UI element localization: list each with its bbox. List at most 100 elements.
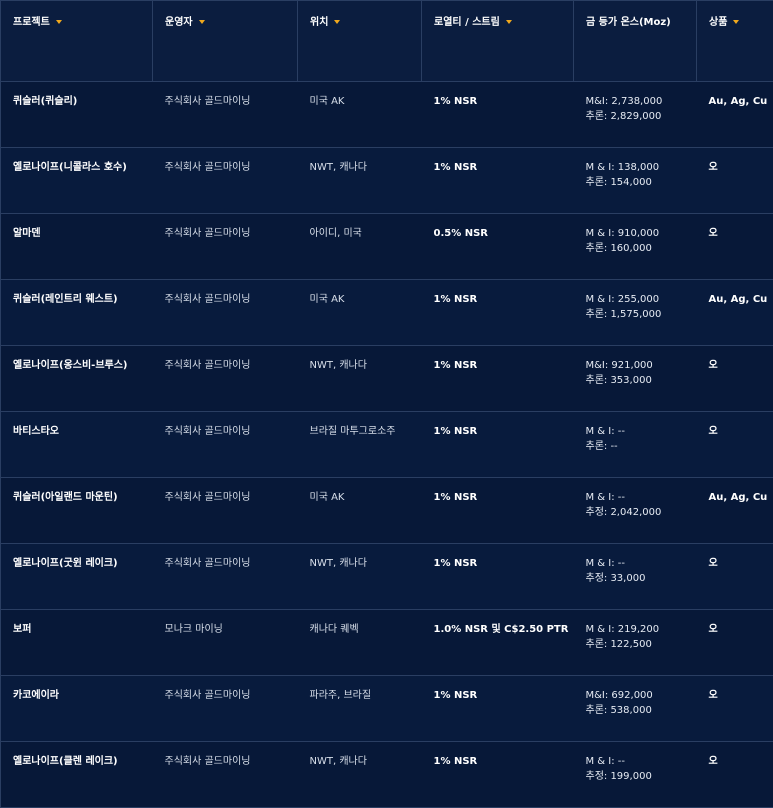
table-row: 바티스타오 주식회사 골드마이닝 브라질 마투그로소주 1% NSR M & I… bbox=[1, 412, 773, 478]
cell-project: 보퍼 bbox=[1, 610, 153, 676]
cell-location: 아이디, 미국 bbox=[298, 214, 422, 280]
gold-mi-value: M&I: 692,000 bbox=[586, 688, 697, 703]
cell-royalty: 1% NSR bbox=[422, 478, 574, 544]
cell-project: 바티스타오 bbox=[1, 412, 153, 478]
cell-commodity: Au, Ag, Cu bbox=[697, 478, 773, 544]
column-header-label: 로열티 / 스트림 bbox=[434, 17, 500, 28]
cell-project: 알마덴 bbox=[1, 214, 153, 280]
gold-inferred-value: 추정: 2,042,000 bbox=[586, 505, 697, 520]
gold-mi-value: M & I: 255,000 bbox=[586, 292, 697, 307]
cell-royalty: 1% NSR bbox=[422, 148, 574, 214]
cell-project: 퀴슬러(레인트리 웨스트) bbox=[1, 280, 153, 346]
cell-royalty: 1% NSR bbox=[422, 280, 574, 346]
cell-gold-equivalent: M & I: 910,000추론: 160,000 bbox=[574, 214, 697, 280]
royalty-table: 프로젝트 운영자 위치 로열티 / 스트림 금 등가 온스(Moz) 상품 퀴슬… bbox=[0, 0, 773, 808]
cell-commodity: 오 bbox=[697, 148, 773, 214]
column-header-commodity[interactable]: 상품 bbox=[697, 1, 773, 82]
gold-inferred-value: 추론: 538,000 bbox=[586, 703, 697, 718]
table-row: 옐로나이프(니콜라스 호수) 주식회사 골드마이닝 NWT, 캐나다 1% NS… bbox=[1, 148, 773, 214]
cell-operator: 주식회사 골드마이닝 bbox=[153, 214, 298, 280]
sort-caret-down-icon bbox=[199, 20, 205, 24]
cell-gold-equivalent: M & I: --추정: 199,000 bbox=[574, 742, 697, 808]
cell-royalty: 1% NSR bbox=[422, 676, 574, 742]
table-row: 카코에이라 주식회사 골드마이닝 파라주, 브라질 1% NSR M&I: 69… bbox=[1, 676, 773, 742]
cell-operator: 주식회사 골드마이닝 bbox=[153, 346, 298, 412]
cell-project: 옐로나이프(굿윈 레이크) bbox=[1, 544, 153, 610]
cell-project: 카코에이라 bbox=[1, 676, 153, 742]
cell-royalty: 1% NSR bbox=[422, 742, 574, 808]
cell-operator: 주식회사 골드마이닝 bbox=[153, 676, 298, 742]
sort-caret-down-icon bbox=[334, 20, 340, 24]
cell-gold-equivalent: M&I: 2,738,000추론: 2,829,000 bbox=[574, 82, 697, 148]
gold-inferred-value: 추론: 2,829,000 bbox=[586, 109, 697, 124]
cell-royalty: 1% NSR bbox=[422, 412, 574, 478]
gold-mi-value: M & I: -- bbox=[586, 556, 697, 571]
table-row: 옐로나이프(굿윈 레이크) 주식회사 골드마이닝 NWT, 캐나다 1% NSR… bbox=[1, 544, 773, 610]
gold-mi-value: M & I: -- bbox=[586, 490, 697, 505]
cell-location: 브라질 마투그로소주 bbox=[298, 412, 422, 478]
gold-inferred-value: 추론: 1,575,000 bbox=[586, 307, 697, 322]
table-row: 알마덴 주식회사 골드마이닝 아이디, 미국 0.5% NSR M & I: 9… bbox=[1, 214, 773, 280]
table-row: 보퍼 모나크 마이닝 캐나다 퀘벡 1.0% NSR 및 C$2.50 PTR … bbox=[1, 610, 773, 676]
sort-caret-down-icon bbox=[733, 20, 739, 24]
cell-royalty: 1% NSR bbox=[422, 82, 574, 148]
column-header-label: 운영자 bbox=[165, 17, 193, 28]
cell-operator: 주식회사 골드마이닝 bbox=[153, 148, 298, 214]
gold-mi-value: M & I: 910,000 bbox=[586, 226, 697, 241]
gold-inferred-value: 추론: 154,000 bbox=[586, 175, 697, 190]
cell-gold-equivalent: M&I: 921,000추론: 353,000 bbox=[574, 346, 697, 412]
cell-operator: 주식회사 골드마이닝 bbox=[153, 742, 298, 808]
cell-commodity: 오 bbox=[697, 676, 773, 742]
cell-operator: 주식회사 골드마이닝 bbox=[153, 280, 298, 346]
cell-operator: 주식회사 골드마이닝 bbox=[153, 544, 298, 610]
cell-location: NWT, 캐나다 bbox=[298, 346, 422, 412]
cell-royalty: 1.0% NSR 및 C$2.50 PTR bbox=[422, 610, 574, 676]
column-header-gold-equivalent: 금 등가 온스(Moz) bbox=[574, 1, 697, 82]
column-header-label: 위치 bbox=[310, 17, 328, 28]
column-header-operator[interactable]: 운영자 bbox=[153, 1, 298, 82]
cell-royalty: 1% NSR bbox=[422, 544, 574, 610]
table-header: 프로젝트 운영자 위치 로열티 / 스트림 금 등가 온스(Moz) 상품 bbox=[1, 1, 773, 82]
gold-mi-value: M & I: -- bbox=[586, 754, 697, 769]
cell-location: 파라주, 브라질 bbox=[298, 676, 422, 742]
cell-commodity: 오 bbox=[697, 346, 773, 412]
cell-location: NWT, 캐나다 bbox=[298, 544, 422, 610]
cell-location: 미국 AK bbox=[298, 280, 422, 346]
table-body: 퀴슬러(퀴슬리) 주식회사 골드마이닝 미국 AK 1% NSR M&I: 2,… bbox=[1, 82, 773, 808]
cell-operator: 주식회사 골드마이닝 bbox=[153, 478, 298, 544]
cell-commodity: Au, Ag, Cu bbox=[697, 280, 773, 346]
column-header-label: 상품 bbox=[709, 17, 727, 28]
cell-project: 퀴슬러(퀴슬리) bbox=[1, 82, 153, 148]
cell-royalty: 0.5% NSR bbox=[422, 214, 574, 280]
cell-project: 옐로나이프(클렌 레이크) bbox=[1, 742, 153, 808]
cell-operator: 주식회사 골드마이닝 bbox=[153, 412, 298, 478]
table-row: 퀴슬러(레인트리 웨스트) 주식회사 골드마이닝 미국 AK 1% NSR M … bbox=[1, 280, 773, 346]
cell-gold-equivalent: M&I: 692,000추론: 538,000 bbox=[574, 676, 697, 742]
column-header-project[interactable]: 프로젝트 bbox=[1, 1, 153, 82]
cell-commodity: 오 bbox=[697, 214, 773, 280]
column-header-label: 프로젝트 bbox=[13, 17, 50, 28]
gold-inferred-value: 추론: 122,500 bbox=[586, 637, 697, 652]
gold-inferred-value: 추정: 199,000 bbox=[586, 769, 697, 784]
cell-location: 캐나다 퀘벡 bbox=[298, 610, 422, 676]
table-row: 퀴슬러(아일랜드 마운틴) 주식회사 골드마이닝 미국 AK 1% NSR M … bbox=[1, 478, 773, 544]
cell-location: NWT, 캐나다 bbox=[298, 742, 422, 808]
gold-mi-value: M & I: -- bbox=[586, 424, 697, 439]
gold-inferred-value: 추정: 33,000 bbox=[586, 571, 697, 586]
cell-gold-equivalent: M & I: --추정: 2,042,000 bbox=[574, 478, 697, 544]
sort-caret-down-icon bbox=[56, 20, 62, 24]
cell-commodity: 오 bbox=[697, 412, 773, 478]
cell-commodity: 오 bbox=[697, 544, 773, 610]
cell-gold-equivalent: M & I: 255,000추론: 1,575,000 bbox=[574, 280, 697, 346]
column-header-label: 금 등가 온스(Moz) bbox=[586, 17, 671, 28]
column-header-location[interactable]: 위치 bbox=[298, 1, 422, 82]
cell-gold-equivalent: M & I: --추정: 33,000 bbox=[574, 544, 697, 610]
cell-commodity: 오 bbox=[697, 742, 773, 808]
gold-mi-value: M & I: 219,200 bbox=[586, 622, 697, 637]
gold-inferred-value: 추론: 160,000 bbox=[586, 241, 697, 256]
gold-inferred-value: 추론: 353,000 bbox=[586, 373, 697, 388]
gold-inferred-value: 추론: -- bbox=[586, 439, 697, 454]
column-header-royalty[interactable]: 로열티 / 스트림 bbox=[422, 1, 574, 82]
cell-gold-equivalent: M & I: 138,000추론: 154,000 bbox=[574, 148, 697, 214]
gold-mi-value: M&I: 921,000 bbox=[586, 358, 697, 373]
